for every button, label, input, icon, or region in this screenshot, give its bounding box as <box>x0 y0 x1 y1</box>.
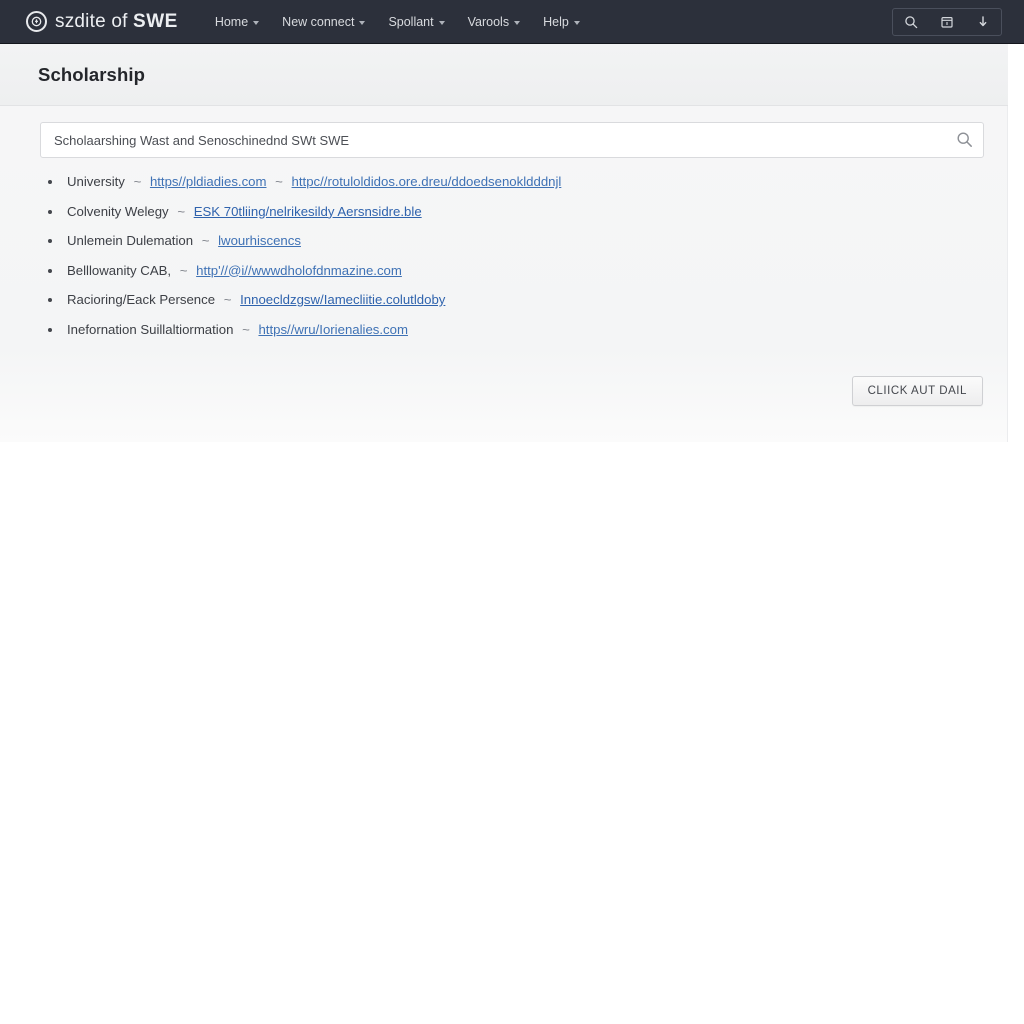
nav-item-spollant[interactable]: Spollant <box>377 8 455 36</box>
brand-text-light: szdite of <box>55 10 134 32</box>
list-item-label: Colvenity Welegy <box>67 203 169 219</box>
list-item: Racioring/Eack Persence ~ Innoecldzgsw/I… <box>40 292 983 309</box>
separator-dash: ~ <box>179 262 188 278</box>
list-item-link[interactable]: https//pldiadies.com <box>150 174 267 189</box>
app-page: szdite of SWE Home New connect Spollant … <box>0 0 1024 1024</box>
brand-logo[interactable]: szdite of SWE <box>26 11 178 33</box>
nav-item-help[interactable]: Help <box>532 8 591 36</box>
scholarship-link-list: University ~ https//pldiadies.com ~ http… <box>40 174 983 338</box>
nav-item-home[interactable]: Home <box>204 8 270 36</box>
list-item-label: Belllowanity CAB, <box>67 262 172 278</box>
main-content-panel: University ~ https//pldiadies.com ~ http… <box>0 106 1008 442</box>
list-item-link[interactable]: https//wru/Iorienalies.com <box>258 322 408 337</box>
search-icon[interactable] <box>956 131 973 148</box>
nav-item-help-label: Help <box>543 14 569 29</box>
nav-item-home-label: Home <box>214 14 249 29</box>
top-navbar: szdite of SWE Home New connect Spollant … <box>0 0 1024 44</box>
action-row: CLIICK AUT DAIL <box>851 376 983 406</box>
search-input[interactable] <box>40 122 984 158</box>
list-item: Inefornation Suillaltiormation ~ https//… <box>40 322 983 339</box>
list-item-link[interactable]: httpc//rotuloldidos.ore.dreu/ddoedsenokl… <box>292 174 562 189</box>
click-aut-dail-button[interactable]: CLIICK AUT DAIL <box>851 376 983 406</box>
navbar-calendar-button[interactable] <box>929 9 965 35</box>
brand-text-bold: SWE <box>133 10 178 32</box>
navbar-tool-group <box>892 7 1002 36</box>
page-header-band: Scholarship <box>0 44 1008 106</box>
separator-dash: ~ <box>223 292 232 307</box>
list-item-link[interactable]: lwourhiscencs <box>218 233 301 248</box>
separator-dash: ~ <box>201 233 210 248</box>
nav-item-new-connect-label: New connect <box>282 14 355 29</box>
nav-item-new-connect[interactable]: New connect <box>271 8 376 36</box>
nav-item-varools-label: Varools <box>467 14 510 29</box>
separator-dash: ~ <box>275 174 283 189</box>
list-item-label: University <box>67 174 125 189</box>
chevron-down-icon <box>514 20 521 25</box>
list-item-link[interactable]: http'//@i//wwwdholofdnmazine.com <box>196 263 402 278</box>
nav-item-spollant-label: Spollant <box>388 14 434 29</box>
list-item: Colvenity Welegy ~ ESK 70tliing/nelrikes… <box>40 204 983 221</box>
separator-dash: ~ <box>242 321 250 337</box>
navbar-links: Home New connect Spollant Varools Help <box>204 8 892 36</box>
navbar-download-button[interactable] <box>965 9 1001 35</box>
list-item: University ~ https//pldiadies.com ~ http… <box>40 174 983 191</box>
page-title: Scholarship <box>38 63 145 85</box>
list-item-label: Inefornation Suillaltiormation <box>67 321 234 337</box>
separator-dash: ~ <box>177 203 186 219</box>
list-item-link[interactable]: ESK 70tliing/nelrikesildy Aersnsidre.ble <box>194 204 422 219</box>
chevron-down-icon <box>359 20 366 25</box>
list-item-label: Unlemein Dulemation <box>67 233 194 248</box>
calendar-icon <box>941 16 953 28</box>
chevron-down-icon <box>253 20 260 25</box>
list-item-label: Racioring/Eack Persence <box>67 292 216 307</box>
download-arrow-icon <box>979 15 987 26</box>
list-item-link[interactable]: Innoecldzgsw/Iamecliitie.colutldoby <box>240 292 445 307</box>
chevron-down-icon <box>438 20 445 25</box>
list-item: Unlemein Dulemation ~ lwourhiscencs <box>40 233 983 250</box>
chevron-down-icon <box>573 20 580 25</box>
brand-text: szdite of SWE <box>55 11 178 33</box>
list-item: Belllowanity CAB, ~ http'//@i//wwwdholof… <box>40 263 983 280</box>
navbar-search-button[interactable] <box>893 9 929 35</box>
search-icon <box>905 15 918 28</box>
search-field-wrapper <box>40 122 984 158</box>
target-circle-icon <box>26 11 47 32</box>
separator-dash: ~ <box>133 174 142 189</box>
nav-item-varools[interactable]: Varools <box>457 8 531 36</box>
